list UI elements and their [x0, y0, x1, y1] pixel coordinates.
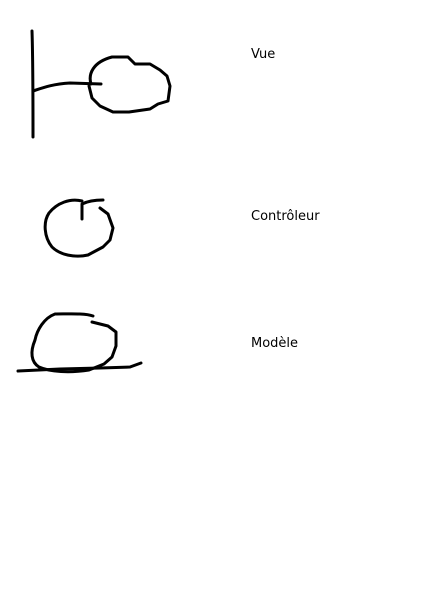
model-label: Modèle	[251, 336, 299, 351]
control-icon	[43, 198, 115, 258]
entity-icon	[16, 312, 143, 374]
boundary-icon	[30, 29, 172, 139]
diagram-drawing	[16, 29, 172, 374]
diagram-canvas: Vue Contrôleur Modèle	[0, 0, 444, 588]
view-label: Vue	[251, 47, 276, 62]
controller-label: Contrôleur	[251, 209, 320, 224]
